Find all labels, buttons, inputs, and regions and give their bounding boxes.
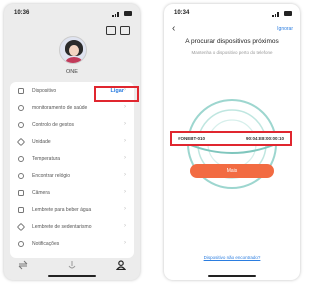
menu-item-label: Câmera bbox=[32, 190, 50, 196]
activity-icon[interactable] bbox=[67, 260, 77, 270]
settings-list: Dispositivo Ligar › monitoramento de saú… bbox=[10, 82, 134, 258]
bell-icon bbox=[18, 241, 24, 247]
status-bar: 10:36 bbox=[12, 10, 132, 18]
device-list-item[interactable]: #ONEBT-010 90:04:E8:00:00:10 bbox=[170, 131, 292, 146]
profile-icon[interactable] bbox=[116, 260, 126, 270]
signal-icon bbox=[272, 15, 274, 17]
device-icon bbox=[18, 88, 24, 94]
chevron-right-icon: › bbox=[124, 172, 126, 178]
sync-icon[interactable] bbox=[18, 260, 28, 270]
signal-bar bbox=[277, 12, 279, 17]
device-mac: 90:04:E8:00:00:10 bbox=[245, 136, 284, 141]
skip-link[interactable]: Ignorar bbox=[277, 26, 293, 32]
menu-item-label: Lembrete de sedentarismo bbox=[32, 224, 92, 230]
menu-item-water[interactable]: Lembrete para beber água › bbox=[10, 203, 134, 218]
menu-item-label: Lembrete para beber água bbox=[32, 207, 92, 213]
home-indicator bbox=[208, 275, 256, 277]
menu-item-find-watch[interactable]: Encontrar relógio › bbox=[10, 169, 134, 184]
menu-item-label: Dispositivo bbox=[32, 88, 57, 94]
signal-icon bbox=[112, 15, 114, 17]
battery-icon bbox=[284, 11, 292, 16]
highlight-box bbox=[94, 86, 139, 102]
chevron-right-icon: › bbox=[124, 155, 126, 161]
menu-item-label: Notificações bbox=[32, 241, 60, 247]
status-time: 10:34 bbox=[174, 10, 190, 16]
avatar-body bbox=[66, 57, 82, 63]
device-name: #ONEBT-010 bbox=[178, 136, 206, 141]
chevron-right-icon: › bbox=[124, 121, 126, 127]
avatar[interactable] bbox=[59, 36, 87, 64]
device-not-found-link[interactable]: Dispositivo não encontrado? bbox=[164, 255, 300, 260]
locate-icon bbox=[18, 173, 24, 179]
heart-icon bbox=[18, 105, 24, 111]
thermometer-icon bbox=[18, 156, 24, 162]
menu-item-temperature[interactable]: Temperatura › bbox=[10, 152, 134, 167]
more-button[interactable]: Mais bbox=[190, 164, 274, 178]
chevron-right-icon: › bbox=[124, 104, 126, 110]
sedentary-icon bbox=[16, 222, 26, 232]
gesture-icon bbox=[18, 122, 24, 128]
signal-bar bbox=[117, 12, 119, 17]
avatar-face bbox=[69, 45, 79, 56]
chevron-right-icon: › bbox=[124, 223, 126, 229]
menu-item-camera[interactable]: Câmera › bbox=[10, 186, 134, 201]
list-icon[interactable] bbox=[106, 26, 116, 35]
cup-icon bbox=[18, 207, 24, 213]
status-icons bbox=[272, 11, 292, 17]
ruler-icon bbox=[16, 137, 26, 147]
page-subtitle: Mantenha o dispositivo perto do telefone bbox=[191, 50, 273, 55]
chevron-right-icon: › bbox=[124, 240, 126, 246]
battery-icon bbox=[124, 11, 132, 16]
menu-item-unit[interactable]: Unidade › bbox=[10, 135, 134, 150]
menu-item-notifications[interactable]: Notificações › bbox=[10, 237, 134, 252]
profile-screen: 10:36 ONE Dispositivo Ligar › monitorame… bbox=[4, 4, 140, 280]
status-bar: 10:34 bbox=[172, 10, 292, 18]
menu-item-label: Controlo de gestos bbox=[32, 122, 74, 128]
menu-item-gestures[interactable]: Controlo de gestos › bbox=[10, 118, 134, 133]
signal-bar bbox=[114, 13, 116, 17]
bottom-nav bbox=[4, 258, 140, 272]
signal-bar bbox=[274, 13, 276, 17]
home-indicator bbox=[48, 275, 96, 277]
menu-item-label: Temperatura bbox=[32, 156, 61, 162]
menu-item-sedentary[interactable]: Lembrete de sedentarismo › bbox=[10, 220, 134, 235]
status-time: 10:36 bbox=[14, 10, 30, 16]
menu-item-label: Unidade bbox=[32, 139, 51, 145]
menu-item-label: monitoramento de saúde bbox=[32, 105, 88, 111]
menu-item-health[interactable]: monitoramento de saúde › bbox=[10, 101, 134, 116]
header-actions bbox=[106, 26, 132, 36]
status-icons bbox=[112, 11, 132, 17]
scan-screen: 10:34 ‹ Ignorar A procurar dispositivos … bbox=[164, 4, 300, 280]
message-icon[interactable] bbox=[120, 26, 130, 35]
page-title: A procurar dispositivos próximos bbox=[185, 38, 279, 45]
username: ONE bbox=[66, 69, 78, 75]
chevron-right-icon: › bbox=[124, 138, 126, 144]
menu-item-label: Encontrar relógio bbox=[32, 173, 71, 179]
back-icon[interactable]: ‹ bbox=[172, 23, 175, 34]
chevron-right-icon: › bbox=[124, 189, 126, 195]
chevron-right-icon: › bbox=[124, 206, 126, 212]
camera-icon bbox=[18, 190, 24, 196]
